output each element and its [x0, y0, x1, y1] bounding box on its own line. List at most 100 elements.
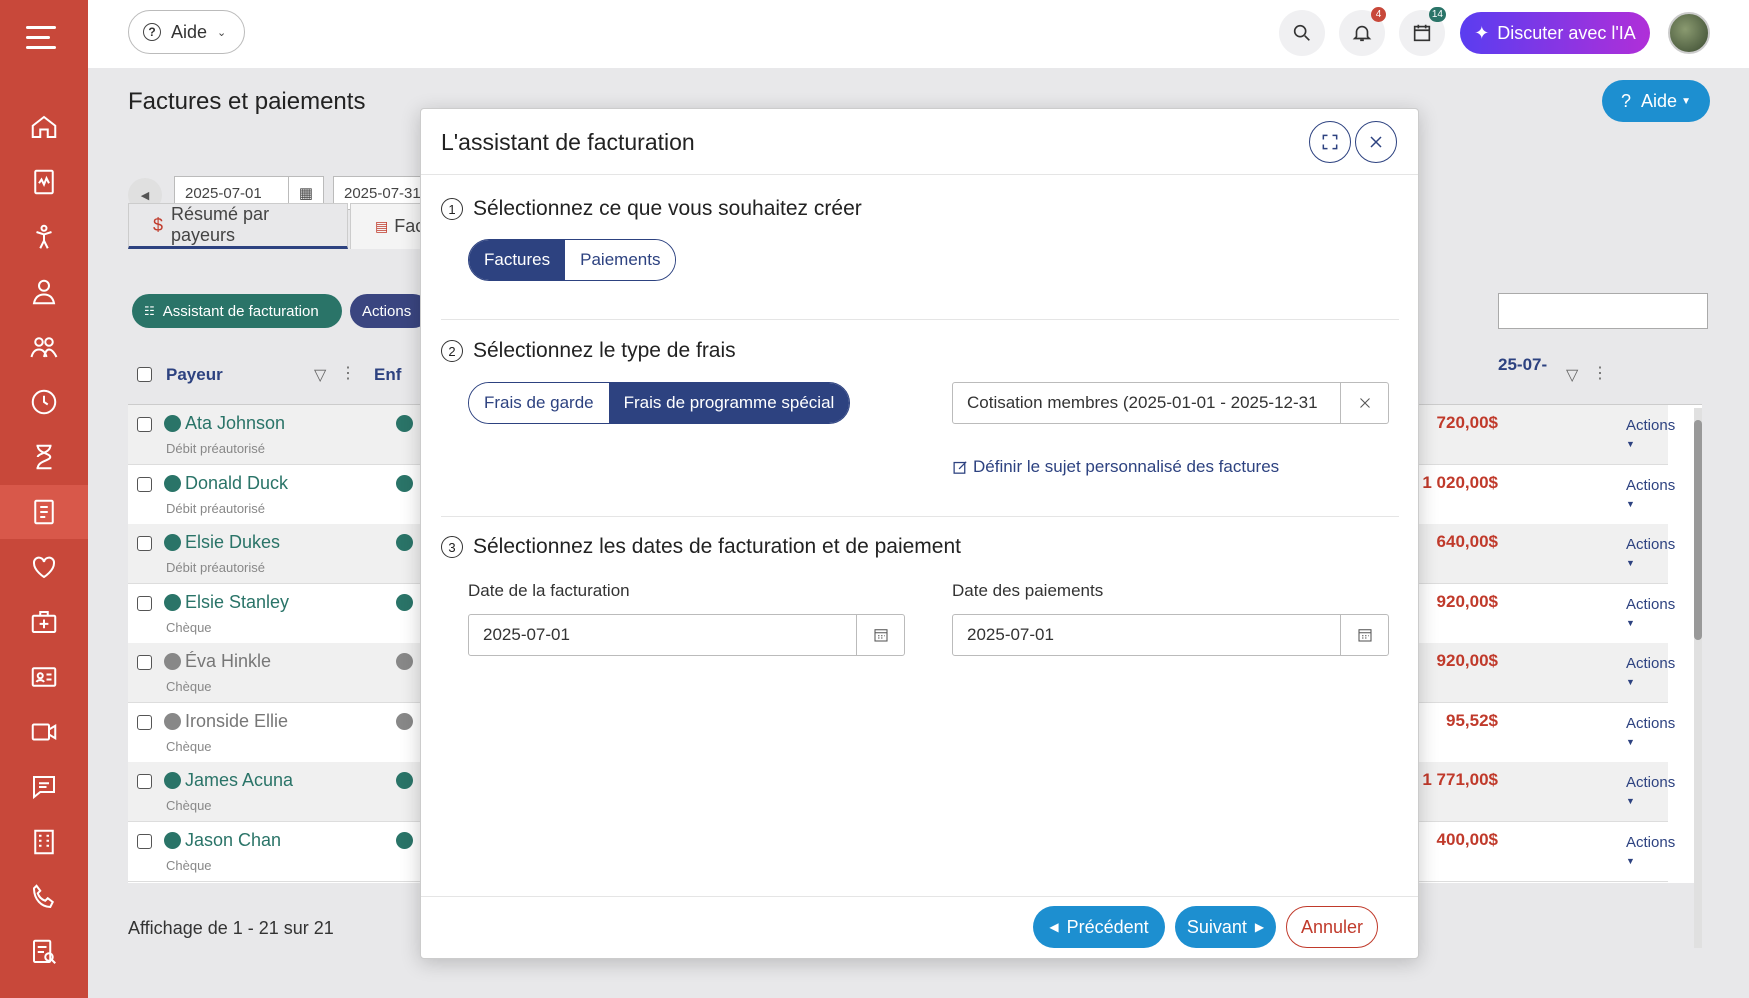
table-scrollbar-thumb[interactable] [1694, 420, 1702, 640]
row-checkbox[interactable] [137, 833, 152, 849]
option-invoices[interactable]: Factures [469, 240, 566, 280]
row-checkbox[interactable] [137, 714, 152, 730]
caret-down-icon: ▼ [1626, 855, 1635, 866]
search-button[interactable] [1279, 10, 1325, 56]
fee-type-toggle: Frais de garde Frais de programme spécia… [468, 382, 851, 424]
payment-method: Chèque [166, 619, 212, 635]
phone-icon[interactable] [0, 870, 88, 924]
payment-date-input[interactable]: 2025-07-01 [952, 614, 1389, 656]
select-all-checkbox[interactable] [137, 367, 152, 382]
row-checkbox[interactable] [137, 476, 152, 492]
id-card-icon[interactable] [0, 650, 88, 704]
payer-name[interactable]: Ironside Ellie [164, 711, 288, 732]
help-label: Aide [171, 21, 208, 42]
row-checkbox[interactable] [137, 595, 152, 611]
table-search-input[interactable] [1498, 293, 1708, 329]
payer-name[interactable]: Donald Duck [164, 473, 288, 494]
home-icon[interactable] [0, 100, 88, 154]
step-3-heading: 3 Sélectionnez les dates de facturation … [441, 535, 961, 559]
staff-icon[interactable] [0, 265, 88, 319]
user-avatar[interactable] [1668, 12, 1710, 54]
hourglass-icon[interactable] [0, 430, 88, 484]
payment-date-picker-button[interactable] [1340, 615, 1388, 655]
kebab-icon[interactable]: ⋮ [340, 363, 356, 383]
previous-button[interactable]: ◀ Précédent [1033, 906, 1165, 948]
tab-summary-by-payer[interactable]: $ Résumé par payeurs [128, 203, 348, 249]
top-bar: ? Aide ⌄ 4 14 ✦ Discuter avec l'IA [88, 0, 1749, 68]
question-icon: ? [143, 23, 161, 41]
invoice-date-input[interactable]: 2025-07-01 [468, 614, 905, 656]
payer-name-text: Donald Duck [185, 472, 289, 493]
child-status-dot-icon [396, 534, 413, 551]
filter-icon[interactable]: ▽ [1566, 365, 1578, 385]
row-actions-button[interactable]: Actions ▼ [1626, 774, 1675, 808]
kebab-icon[interactable]: ⋮ [1592, 363, 1608, 383]
program-select[interactable]: Cotisation membres (2025-01-01 - 2025-12… [952, 382, 1389, 424]
dashboard-icon[interactable] [0, 155, 88, 209]
row-actions-button[interactable]: Actions ▼ [1626, 536, 1675, 570]
medical-kit-icon[interactable] [0, 595, 88, 649]
child-status-dot-icon [396, 474, 413, 492]
col-child[interactable]: Enf [374, 365, 401, 385]
calendar-button[interactable]: 14 [1399, 7, 1446, 56]
col-date[interactable]: 25-07- [1498, 355, 1547, 375]
payer-name[interactable]: Éva Hinkle [164, 651, 271, 672]
payer-name[interactable]: James Acuna [164, 770, 293, 791]
row-checkbox[interactable] [137, 774, 152, 789]
divider [441, 516, 1399, 517]
report-icon[interactable] [0, 925, 88, 979]
option-special-program-fees[interactable]: Frais de programme spécial [608, 383, 850, 423]
row-checkbox[interactable] [137, 536, 152, 551]
row-actions-button[interactable]: Actions ▼ [1626, 655, 1675, 689]
row-actions-button[interactable]: Actions ▼ [1626, 715, 1675, 749]
clock-icon[interactable] [0, 375, 88, 429]
help-button[interactable]: ? Aide ▼ [1602, 80, 1710, 122]
step-label: Sélectionnez ce que vous souhaitez créer [473, 197, 862, 220]
menu-icon[interactable] [26, 24, 60, 52]
payer-name[interactable]: Jason Chan [164, 830, 281, 851]
clear-program-button[interactable] [1340, 383, 1388, 423]
child-status-dot-icon [396, 712, 413, 730]
row-actions-button[interactable]: Actions ▼ [1626, 596, 1675, 630]
chat-icon[interactable] [0, 760, 88, 814]
payer-name[interactable]: Ata Johnson [164, 413, 285, 434]
filter-icon[interactable]: ▽ [314, 365, 326, 385]
billing-assistant-button[interactable]: ☷ Assistant de facturation [132, 294, 342, 328]
group-icon[interactable] [0, 320, 88, 374]
invoice-date-picker-button[interactable] [856, 615, 904, 655]
option-daycare-fees[interactable]: Frais de garde [469, 383, 609, 423]
row-actions-label: Actions [1626, 714, 1676, 732]
row-actions-button[interactable]: Actions ▼ [1626, 834, 1675, 868]
custom-subject-link[interactable]: Définir le sujet personnalisé des factur… [952, 457, 1279, 477]
col-payer[interactable]: Payeur [166, 365, 223, 385]
row-checkbox[interactable] [137, 417, 152, 432]
building-icon[interactable] [0, 815, 88, 869]
fullscreen-button[interactable] [1309, 121, 1351, 163]
notifications-button[interactable]: 4 [1339, 7, 1386, 56]
step-2-heading: 2 Sélectionnez le type de frais [441, 339, 736, 363]
child-status-dot-icon [396, 415, 413, 432]
payment-method: Débit préautorisé [166, 441, 265, 456]
close-button[interactable] [1355, 121, 1397, 163]
payer-name[interactable]: Elsie Dukes [164, 532, 280, 553]
payment-method: Chèque [166, 798, 212, 813]
payment-method: Débit préautorisé [166, 500, 265, 516]
row-actions-label: Actions [1626, 476, 1676, 494]
next-button[interactable]: Suivant ▶ [1175, 906, 1276, 948]
cancel-button[interactable]: Annuler [1286, 906, 1378, 948]
video-icon[interactable] [0, 705, 88, 759]
payer-name[interactable]: Elsie Stanley [164, 592, 289, 613]
heart-icon[interactable] [0, 540, 88, 594]
ai-chat-button[interactable]: ✦ Discuter avec l'IA [1460, 12, 1650, 54]
row-actions-button[interactable]: Actions ▼ [1626, 417, 1675, 451]
row-actions-button[interactable]: Actions ▼ [1626, 477, 1675, 511]
custom-subject-label: Définir le sujet personnalisé des factur… [973, 457, 1280, 476]
option-payments[interactable]: Paiements [565, 240, 676, 280]
payment-date-value: 2025-07-01 [967, 625, 1054, 644]
help-dropdown[interactable]: ? Aide ⌄ [128, 10, 245, 54]
actions-button[interactable]: Actions [350, 294, 430, 328]
child-icon[interactable] [0, 210, 88, 264]
row-checkbox[interactable] [137, 655, 152, 670]
invoice-icon[interactable] [0, 485, 88, 539]
payer-name-text: James Acuna [185, 770, 294, 790]
